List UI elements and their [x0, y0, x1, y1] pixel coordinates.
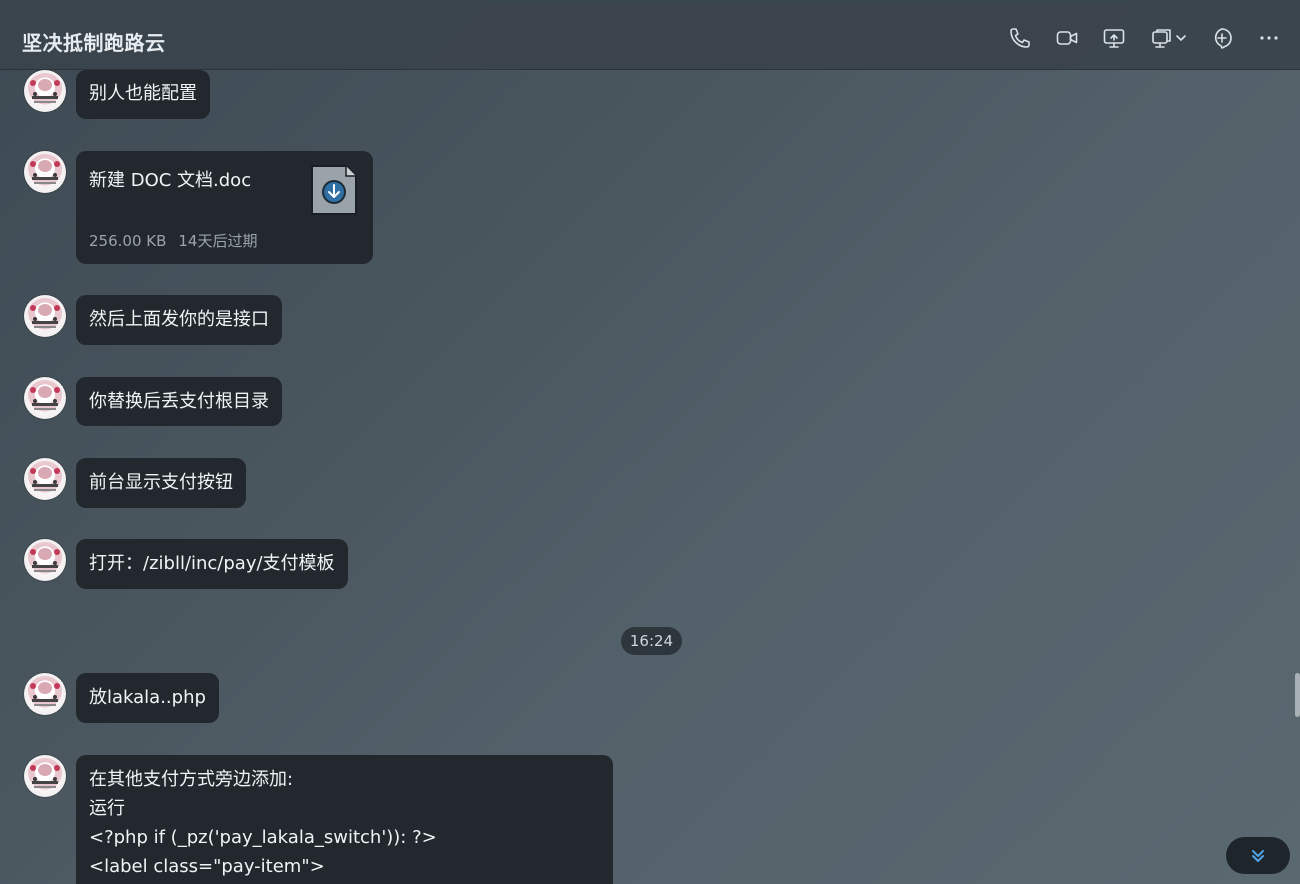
file-name: 新建 DOC 文档.doc: [89, 170, 252, 191]
message-bubble[interactable]: 别人也能配置: [76, 70, 210, 119]
file-meta: 256.00 KB 14天后过期: [89, 230, 257, 251]
screen-share-icon: [1103, 29, 1125, 48]
add-member-icon: [1214, 28, 1232, 49]
more-button[interactable]: [1256, 25, 1282, 51]
chat-messages[interactable]: 别人也能配置 新建 DOC 文档.doc 256.00 KB 14天后过期 然后上…: [0, 70, 1300, 884]
file-expiry: 14天后过期: [178, 232, 258, 250]
avatar[interactable]: [24, 673, 66, 715]
window-switch-icon: [1152, 29, 1171, 48]
message-bubble[interactable]: 你替换后丢支付根目录: [76, 377, 282, 426]
chat-title: 坚决抵制跑路云: [22, 31, 166, 55]
avatar[interactable]: [24, 295, 66, 337]
video-call-button[interactable]: [1054, 25, 1080, 51]
chat-header: 坚决抵制跑路云: [0, 0, 1300, 70]
avatar[interactable]: [24, 539, 66, 581]
avatar[interactable]: [24, 151, 66, 193]
avatar[interactable]: [24, 755, 66, 797]
screen-share-button[interactable]: [1101, 25, 1127, 51]
window-switch-button[interactable]: [1148, 25, 1188, 51]
video-icon: [1056, 31, 1078, 45]
add-member-button[interactable]: [1209, 25, 1235, 51]
scroll-to-bottom-button[interactable]: [1226, 837, 1290, 874]
message-line: 运行: [89, 798, 125, 819]
header-actions: [986, 25, 1282, 51]
avatar[interactable]: [24, 458, 66, 500]
more-icon: [1260, 36, 1278, 40]
phone-icon: [1010, 28, 1030, 48]
message-line: <label class="pay-item">: [89, 856, 325, 877]
file-message[interactable]: 新建 DOC 文档.doc 256.00 KB 14天后过期: [76, 151, 373, 264]
message-bubble[interactable]: 然后上面发你的是接口: [76, 295, 282, 345]
doc-file-icon[interactable]: [308, 164, 358, 216]
timestamp-divider: 16:24: [621, 627, 682, 655]
message-bubble[interactable]: 在其他支付方式旁边添加: 运行 <?php if (_pz('pay_lakal…: [76, 755, 613, 884]
message-bubble[interactable]: 前台显示支付按钮: [76, 458, 246, 508]
scrollbar-thumb[interactable]: [1295, 673, 1300, 717]
avatar[interactable]: [24, 377, 66, 419]
phone-call-button[interactable]: [1007, 25, 1033, 51]
file-size: 256.00 KB: [89, 232, 167, 250]
message-line: <?php if (_pz('pay_lakala_switch')): ?>: [89, 827, 437, 848]
double-chevron-down-icon: [1252, 849, 1264, 862]
message-bubble[interactable]: 打开：/zibll/inc/pay/支付模板: [76, 539, 348, 589]
message-bubble[interactable]: 放lakala..php: [76, 673, 219, 723]
chevron-down-icon: [1176, 35, 1186, 41]
avatar[interactable]: [24, 70, 66, 112]
message-line: 在其他支付方式旁边添加:: [89, 769, 294, 790]
